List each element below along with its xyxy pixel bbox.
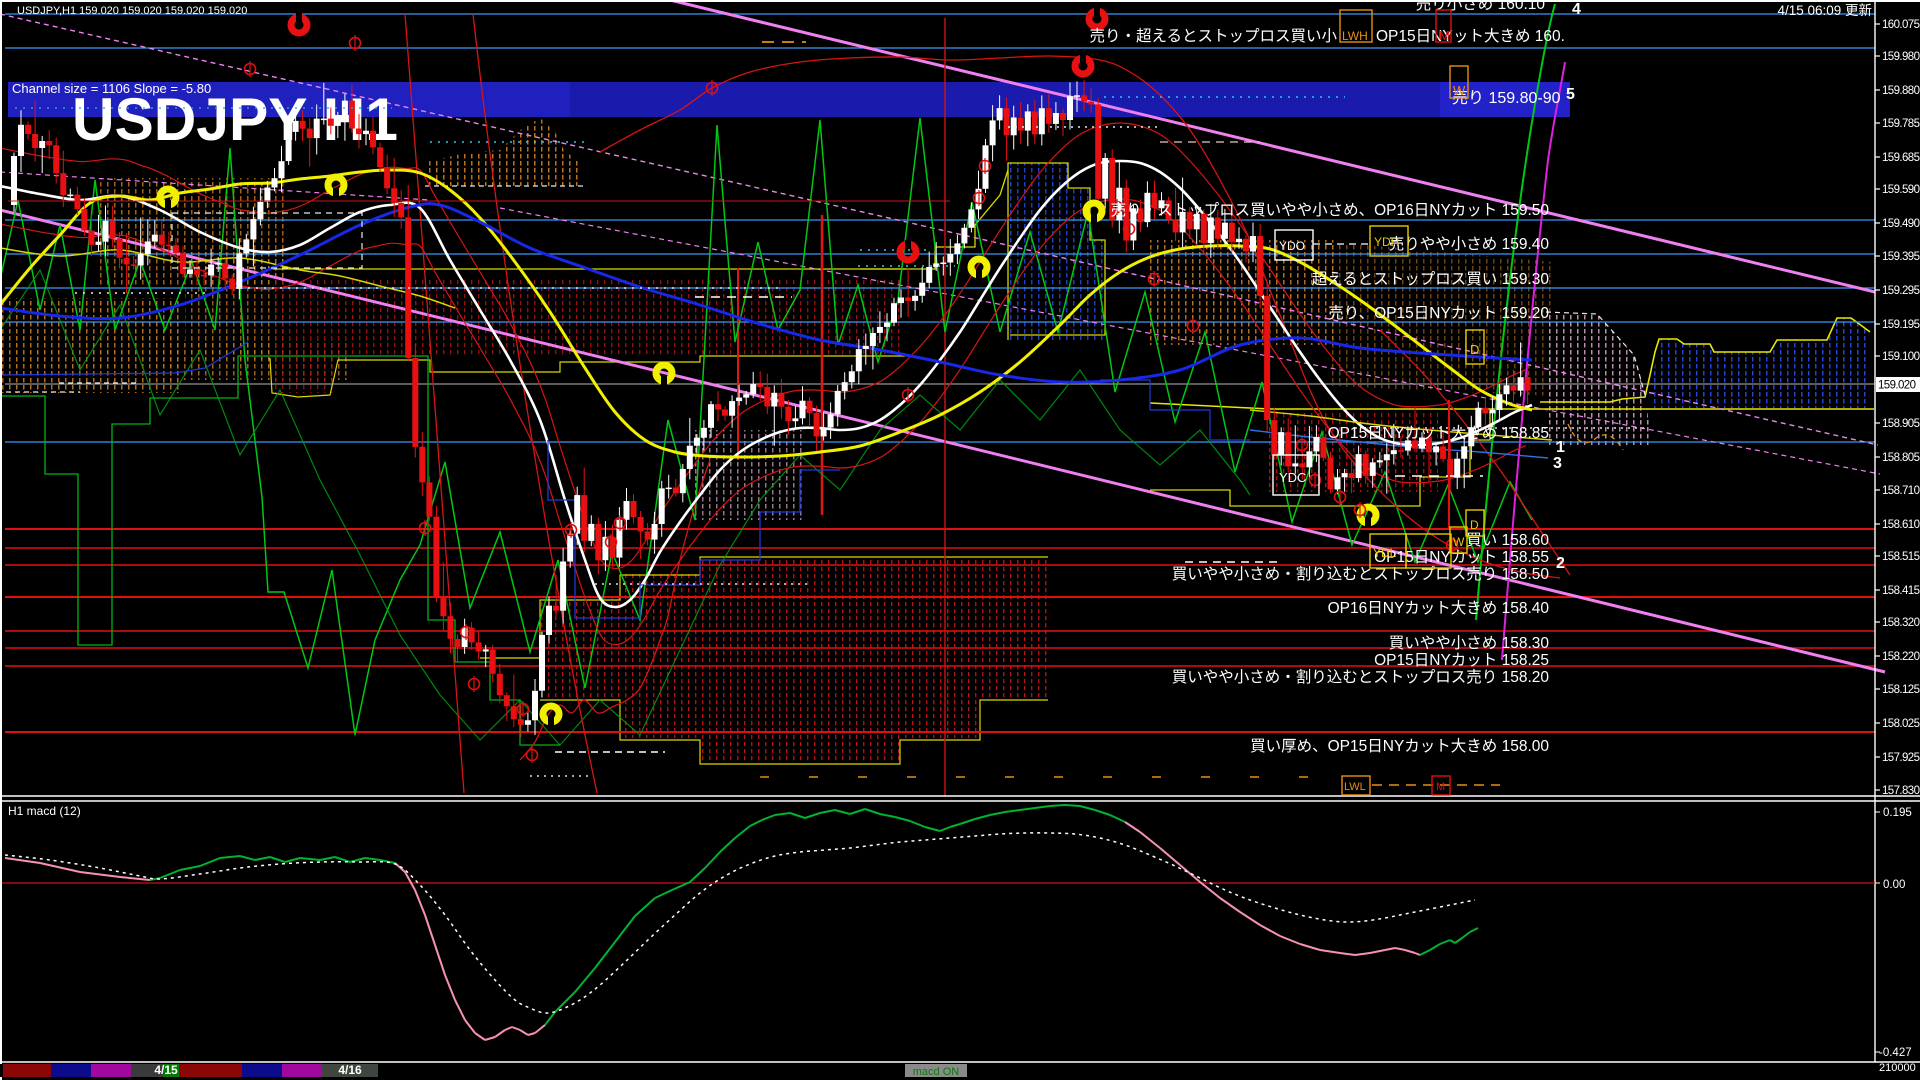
svg-text:0.195: 0.195 bbox=[1883, 807, 1912, 819]
svg-text:2: 2 bbox=[1556, 555, 1565, 572]
svg-text:LWH: LWH bbox=[1342, 29, 1368, 43]
svg-text:0.00: 0.00 bbox=[1883, 879, 1905, 891]
svg-text:157.830: 157.830 bbox=[1882, 785, 1920, 797]
svg-text:W: W bbox=[1453, 83, 1466, 98]
svg-text:売り、OP15日NYカット 159.20: 売り、OP15日NYカット 159.20 bbox=[1328, 304, 1549, 322]
svg-text:159.020: 159.020 bbox=[1878, 380, 1916, 392]
svg-text:D: D bbox=[1470, 518, 1479, 532]
svg-text:OP15日NYカット 158.25: OP15日NYカット 158.25 bbox=[1374, 652, 1549, 669]
svg-text:OP16日NYカット大きめ 158.40: OP16日NYカット大きめ 158.40 bbox=[1328, 599, 1550, 617]
svg-text:YDL: YDL bbox=[1373, 546, 1397, 560]
svg-text:買いやや小さめ・割り込むとストップロス売り 158.50: 買いやや小さめ・割り込むとストップロス売り 158.50 bbox=[1172, 565, 1550, 583]
svg-text:159.685: 159.685 bbox=[1882, 152, 1920, 164]
svg-text:M: M bbox=[1439, 28, 1450, 43]
svg-text:157.925: 157.925 bbox=[1882, 752, 1920, 764]
svg-text:LWL: LWL bbox=[1344, 781, 1366, 793]
svg-text:159.785: 159.785 bbox=[1882, 118, 1920, 130]
svg-text:OP15日NYカット大きめ 158.85: OP15日NYカット大きめ 158.85 bbox=[1328, 424, 1549, 442]
svg-text:売り・超えるとストップロス買い小: 売り・超えるとストップロス買い小 bbox=[1089, 27, 1337, 45]
svg-text:1: 1 bbox=[1556, 439, 1565, 456]
svg-text:159.395: 159.395 bbox=[1882, 251, 1920, 263]
svg-text:YDC: YDC bbox=[1279, 470, 1306, 485]
svg-text:158.320: 158.320 bbox=[1882, 617, 1920, 629]
svg-text:売り小さめ 160.10: 売り小さめ 160.10 bbox=[1416, 0, 1546, 13]
svg-text:160.075: 160.075 bbox=[1882, 19, 1920, 31]
svg-text:W: W bbox=[1453, 535, 1465, 549]
svg-text:買いやや小さめ 158.30: 買いやや小さめ 158.30 bbox=[1389, 634, 1550, 652]
svg-text:159.295: 159.295 bbox=[1882, 285, 1920, 297]
svg-text:買い厚め、OP15日NYカット大きめ 158.00: 買い厚め、OP15日NYカット大きめ 158.00 bbox=[1250, 737, 1549, 755]
svg-text:D: D bbox=[1470, 342, 1479, 357]
svg-text:ット大きめ 160.: ット大きめ 160. bbox=[1453, 27, 1565, 45]
svg-text:158.610: 158.610 bbox=[1882, 519, 1920, 531]
svg-text:買いやや小さめ・割り込むとストップロス売り 158.20: 買いやや小さめ・割り込むとストップロス売り 158.20 bbox=[1172, 668, 1550, 686]
svg-text:4/15: 4/15 bbox=[154, 1063, 178, 1077]
svg-text:YDH: YDH bbox=[1374, 235, 1399, 249]
svg-text:158.805: 158.805 bbox=[1882, 452, 1920, 464]
svg-text:158.220: 158.220 bbox=[1882, 651, 1920, 663]
svg-text:OP15日NYカット 158.55: OP15日NYカット 158.55 bbox=[1374, 549, 1549, 566]
svg-text:3: 3 bbox=[1553, 455, 1562, 472]
svg-text:159.590: 159.590 bbox=[1882, 184, 1920, 196]
svg-text:158.415: 158.415 bbox=[1882, 585, 1920, 597]
svg-text:4: 4 bbox=[1572, 1, 1581, 18]
svg-text:159.490: 159.490 bbox=[1882, 218, 1920, 230]
svg-text:158.710: 158.710 bbox=[1882, 485, 1920, 497]
svg-text:158.515: 158.515 bbox=[1882, 551, 1920, 563]
svg-text:YDO: YDO bbox=[1279, 239, 1305, 253]
svg-text:USDJPY,H1 159.020 159.020 159: USDJPY,H1 159.020 159.020 159.020 159.02… bbox=[17, 5, 247, 17]
svg-text:M: M bbox=[1436, 781, 1445, 793]
svg-text:210000: 210000 bbox=[1879, 1062, 1916, 1074]
svg-text:macd ON: macd ON bbox=[913, 1066, 960, 1078]
svg-text:159.980: 159.980 bbox=[1882, 51, 1920, 63]
svg-text:158.905: 158.905 bbox=[1882, 418, 1920, 430]
svg-text:4/16: 4/16 bbox=[338, 1063, 362, 1077]
svg-text:159.880: 159.880 bbox=[1882, 85, 1920, 97]
svg-text:-0.427: -0.427 bbox=[1879, 1047, 1912, 1059]
svg-text:4/15 06:09 更新: 4/15 06:09 更新 bbox=[1777, 3, 1872, 18]
svg-text:5: 5 bbox=[1566, 86, 1575, 103]
svg-text:H1 macd (12): H1 macd (12) bbox=[8, 804, 81, 818]
svg-text:買い 158.60: 買い 158.60 bbox=[1466, 532, 1549, 549]
svg-text:超えるとストップロス買い 159.30: 超えるとストップロス買い 159.30 bbox=[1312, 270, 1550, 288]
svg-text:159.195: 159.195 bbox=[1882, 319, 1920, 331]
svg-text:売り・ストップロス買いやや小さめ、OP16日NYカット 15: 売り・ストップロス買いやや小さめ、OP16日NYカット 159.50 bbox=[1111, 201, 1550, 219]
svg-text:158.125: 158.125 bbox=[1882, 684, 1920, 696]
svg-text:売りやや小さめ 159.40: 売りやや小さめ 159.40 bbox=[1389, 235, 1550, 253]
svg-text:158.025: 158.025 bbox=[1882, 718, 1920, 730]
svg-text:159.100: 159.100 bbox=[1882, 351, 1920, 363]
